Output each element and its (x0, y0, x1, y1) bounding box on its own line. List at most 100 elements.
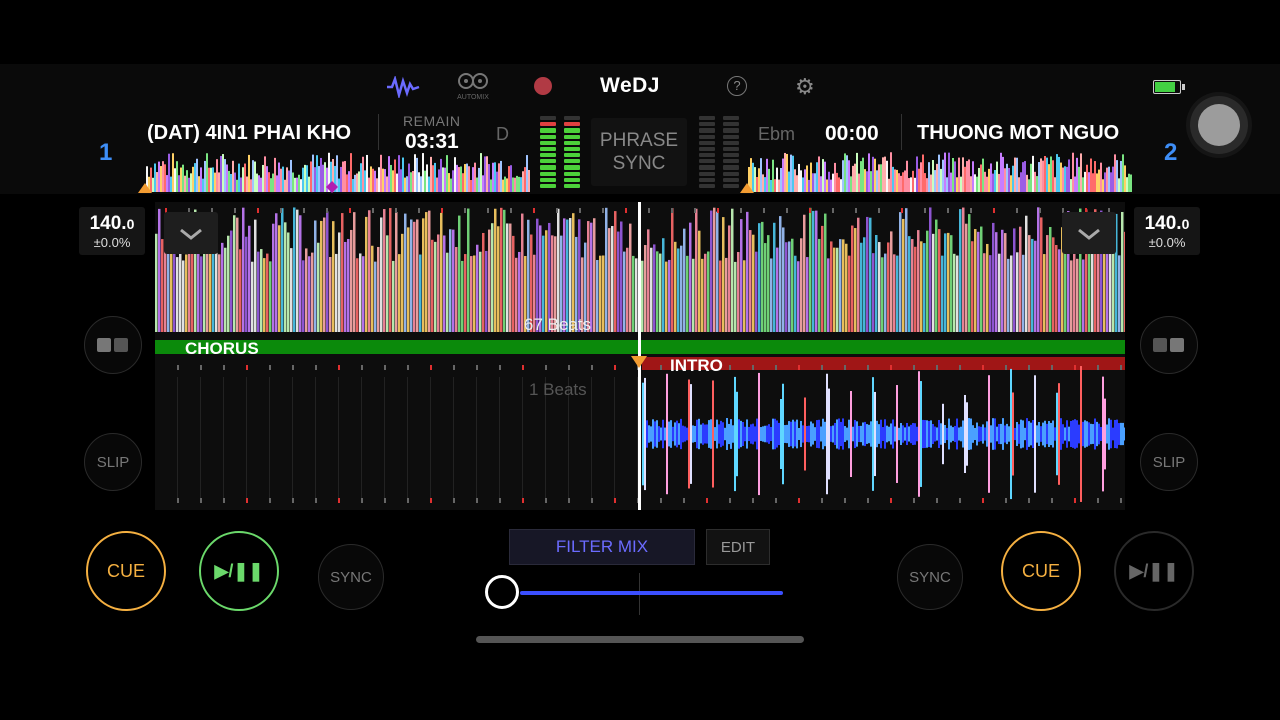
overview-bar (1074, 176, 1076, 192)
deck2-wave-bar (790, 421, 792, 447)
deck2-wave-bar (914, 423, 916, 445)
overview-bar (348, 171, 350, 192)
deck2-wave-bar (1086, 421, 1088, 447)
beat-tick (487, 208, 489, 213)
waveform-display[interactable] (155, 202, 1125, 510)
beat-tick (982, 498, 984, 503)
deck1-remain-time[interactable]: 03:31 (405, 130, 459, 154)
deck2-wave-bar (1104, 398, 1106, 470)
overview-bar (470, 179, 472, 192)
deck1-sync-button[interactable]: SYNC (318, 544, 384, 610)
deck2-wave-bar (646, 420, 648, 448)
deck1-pad-mode-button[interactable] (84, 316, 142, 374)
deck1-play-pause-button[interactable]: ▶/❚❚ (199, 531, 279, 611)
deck1-wave-bar (746, 211, 749, 332)
phrase-sync-button[interactable]: PHRASE SYNC (591, 118, 687, 186)
edit-button[interactable]: EDIT (706, 529, 770, 565)
overview-bar (510, 165, 512, 192)
deck2-pad-mode-button[interactable] (1140, 316, 1198, 374)
deck2-wave-bar (988, 375, 990, 493)
assistive-touch-button[interactable] (1190, 96, 1248, 154)
deck1-wave-bar (752, 234, 755, 332)
overview-bar (798, 163, 800, 192)
deck1-wave-bar (1010, 255, 1013, 332)
deck1-bpm-display[interactable]: 140.0 ±0.0% (79, 207, 145, 255)
record-button[interactable] (534, 77, 552, 95)
overview-bar (294, 177, 296, 192)
overview-bar (820, 176, 822, 192)
beat-tick (361, 498, 363, 503)
deck2-bpm-display[interactable]: 140.0 ±0.0% (1134, 207, 1200, 255)
deck1-track-title[interactable]: (DAT) 4IN1 PHAI KHO (147, 122, 362, 145)
deck1-cue-button[interactable]: CUE (86, 531, 166, 611)
overview-bar (1108, 166, 1110, 192)
gear-icon[interactable]: ⚙ (795, 74, 815, 100)
overview-bar (380, 154, 382, 192)
overview-bar (412, 171, 414, 192)
overview-bar (1090, 158, 1092, 192)
meter-segment (564, 146, 580, 152)
deck2-wave-bar (794, 421, 796, 447)
deck1-wave-bar (734, 261, 737, 332)
deck1-wave-bar (593, 218, 596, 332)
deck2-wave-bar (998, 423, 1000, 445)
deck2-wave-bar (782, 383, 784, 485)
overview-bar (966, 161, 968, 192)
overview-bar (246, 176, 248, 192)
deck1-wave-bar (863, 237, 866, 332)
deck1-wave-bar (884, 253, 887, 332)
deck2-wave-bar (788, 421, 790, 447)
overview-bar (196, 158, 198, 192)
overview-bar (340, 166, 342, 192)
beat-tick (545, 365, 547, 370)
overview-bar (1082, 177, 1084, 192)
deck1-wave-bar (836, 247, 839, 332)
overview-bar (284, 179, 286, 192)
deck2-overview-waveform[interactable] (748, 152, 1132, 192)
overview-bar (178, 175, 180, 192)
help-button[interactable]: ? (727, 76, 747, 96)
deck2-cue-button[interactable]: CUE (1001, 531, 1081, 611)
overview-bar (482, 175, 484, 192)
meter-segment (723, 153, 739, 158)
deck1-wave-bar (821, 225, 824, 332)
overview-bar (474, 162, 476, 192)
overview-bar (756, 177, 758, 192)
deck1-wave-bar (407, 227, 410, 332)
deck2-collapse-button[interactable] (1062, 212, 1116, 254)
waveform-icon[interactable] (386, 72, 420, 102)
deck2-sync-button[interactable]: SYNC (897, 544, 963, 610)
deck2-slip-button[interactable]: SLIP (1140, 433, 1198, 491)
overview-bar (488, 164, 490, 192)
overview-bar (318, 166, 320, 192)
deck1-wave-bar (725, 257, 728, 332)
deck1-overview-waveform[interactable] (146, 152, 530, 192)
beat-tick (177, 498, 179, 503)
deck2-play-pause-button[interactable]: ▶/❚❚ (1114, 531, 1194, 611)
overview-bar (430, 156, 432, 192)
crossfader-track[interactable] (520, 591, 783, 595)
automix-button[interactable]: AUTOMIX (455, 72, 491, 102)
overview-bar (214, 172, 216, 192)
overview-bar (386, 176, 388, 192)
deck2-wave-bar (832, 425, 834, 443)
deck2-track-title[interactable]: THUONG MOT NGUO (917, 122, 1132, 145)
beat-tick (1028, 498, 1030, 503)
meter-segment (564, 177, 580, 182)
deck1-wave-bar (212, 249, 215, 332)
overview-bar (310, 161, 312, 192)
overview-bar (902, 172, 904, 192)
deck2-wave-bar (1012, 392, 1014, 476)
deck1-slip-button[interactable]: SLIP (84, 433, 142, 491)
deck1-collapse-button[interactable] (164, 212, 218, 254)
home-indicator[interactable] (476, 636, 804, 643)
deck1-wave-bar (920, 241, 923, 332)
deck1-wave-bar (443, 235, 446, 332)
overview-bar (770, 179, 772, 192)
filter-mix-button[interactable]: FILTER MIX (509, 529, 695, 565)
overview-bar (1018, 177, 1020, 192)
overview-bar (958, 157, 960, 192)
deck2-time[interactable]: 00:00 (825, 122, 879, 146)
deck1-wave-bar (503, 209, 506, 332)
crossfader-knob[interactable] (485, 575, 519, 609)
